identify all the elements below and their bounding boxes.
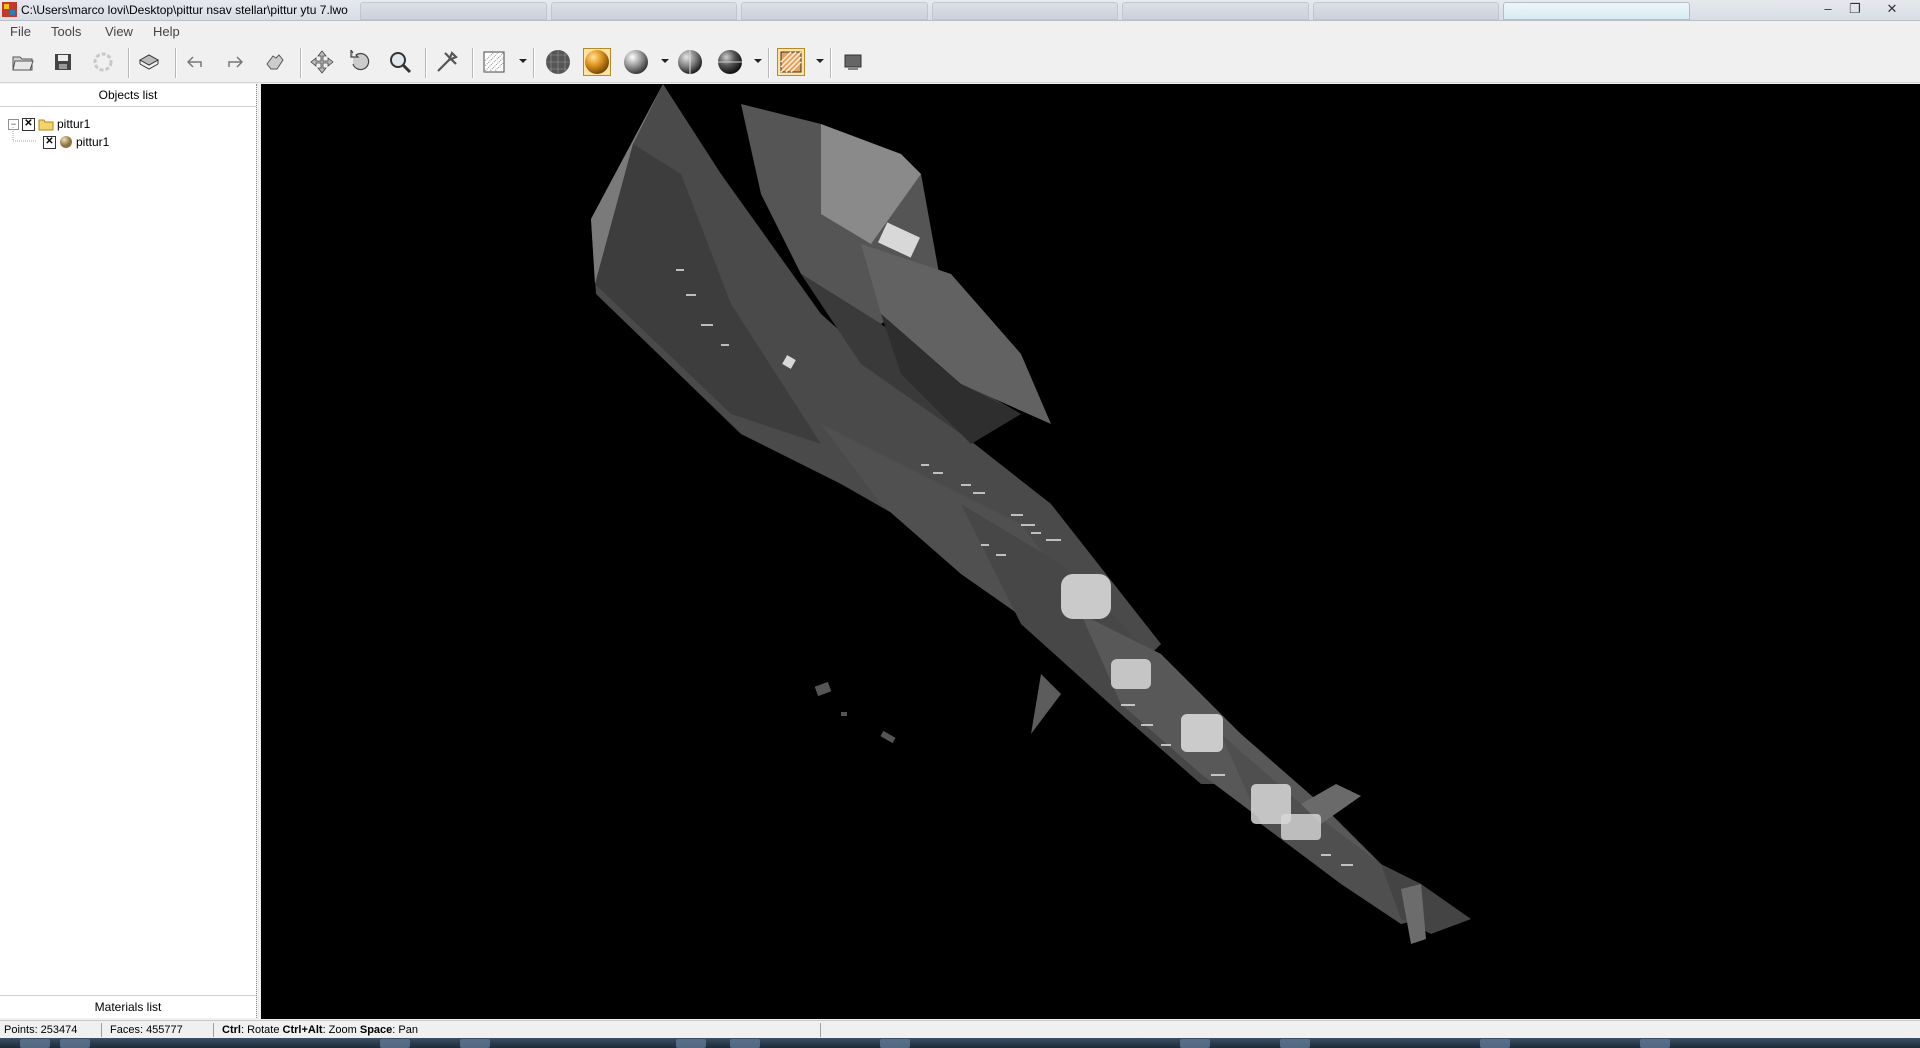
background-tab[interactable]	[1503, 2, 1691, 20]
screen-icon[interactable]	[839, 48, 867, 76]
background-tab[interactable]	[741, 2, 928, 20]
faces-count: Faces: 455777	[110, 1024, 183, 1036]
save-icon[interactable]	[49, 48, 77, 76]
move-icon[interactable]	[308, 48, 336, 76]
tree-item-mesh[interactable]: ✕ pittur1	[43, 134, 109, 150]
objects-list-header: Objects list	[0, 84, 256, 107]
window-title: C:\Users\marco lovi\Desktop\pittur nsav …	[21, 3, 348, 17]
render-icon[interactable]	[135, 48, 163, 76]
background-tab[interactable]	[550, 2, 738, 20]
smooth-sphere-icon[interactable]	[583, 48, 611, 76]
objects-panel: Objects list − ✕ pittur1 ✕ pittur1 Mater…	[0, 84, 257, 1018]
dark-sphere-icon[interactable]	[716, 48, 744, 76]
menu-view[interactable]: View	[105, 24, 133, 39]
maximize-button[interactable]: ❐	[1843, 0, 1867, 18]
tree-connector	[12, 127, 37, 142]
undo-icon[interactable]	[182, 48, 210, 76]
taskbar-item[interactable]	[1640, 1039, 1670, 1048]
app-icon	[2, 2, 17, 17]
os-taskbar	[0, 1038, 1920, 1048]
background-tabs	[360, 2, 1691, 20]
background-tab[interactable]	[1312, 2, 1500, 20]
taskbar-item[interactable]	[380, 1039, 410, 1048]
3d-viewport[interactable]	[261, 84, 1920, 1019]
tree-item-label: pittur1	[76, 135, 110, 149]
hand-icon[interactable]	[261, 48, 289, 76]
toolbar	[0, 42, 1920, 83]
objects-tree: − ✕ pittur1 ✕ pittur1	[0, 107, 256, 987]
taskbar-item[interactable]	[676, 1039, 706, 1048]
half-sphere-icon[interactable]	[676, 48, 704, 76]
taskbar-item[interactable]	[460, 1039, 490, 1048]
navigation-hint: Ctrl: Rotate Ctrl+Alt: Zoom Space: Pan	[222, 1024, 418, 1036]
spaceship-model	[591, 84, 1471, 944]
tree-item-label: pittur1	[57, 117, 91, 131]
menu-help[interactable]: Help	[153, 24, 180, 39]
menu-tools[interactable]: Tools	[51, 24, 81, 39]
background-tab[interactable]	[931, 2, 1119, 20]
wireframe-sphere-icon[interactable]	[544, 48, 572, 76]
flat-sphere-icon[interactable]	[622, 48, 650, 76]
background-tab[interactable]	[1122, 2, 1309, 20]
rotate-icon[interactable]	[347, 48, 375, 76]
open-icon[interactable]	[9, 48, 37, 76]
redo-icon[interactable]	[220, 48, 248, 76]
status-bar: Points: 253474 Faces: 455777 Ctrl: Rotat…	[0, 1020, 1920, 1039]
close-button[interactable]: ✕	[1880, 0, 1904, 18]
texture-icon[interactable]	[777, 48, 805, 76]
tools-icon[interactable]	[433, 48, 461, 76]
taskbar-item[interactable]	[1180, 1039, 1210, 1048]
grid-icon[interactable]	[480, 48, 508, 76]
taskbar-item[interactable]	[1280, 1039, 1310, 1048]
mesh-sphere-icon	[60, 136, 72, 148]
visibility-checkbox[interactable]: ✕	[43, 135, 56, 149]
reload-icon[interactable]	[89, 48, 117, 76]
title-bar: C:\Users\marco lovi\Desktop\pittur nsav …	[0, 0, 1920, 21]
minimize-button[interactable]: –	[1816, 0, 1840, 18]
background-tab[interactable]	[360, 2, 547, 20]
materials-list-header[interactable]: Materials list	[0, 995, 256, 1018]
taskbar-item[interactable]	[1480, 1039, 1510, 1048]
menu-bar: File Tools View Help	[0, 21, 1920, 41]
taskbar-item[interactable]	[880, 1039, 910, 1048]
taskbar-item[interactable]	[730, 1039, 760, 1048]
taskbar-item[interactable]	[20, 1039, 50, 1048]
zoom-icon[interactable]	[386, 48, 414, 76]
points-count: Points: 253474	[4, 1024, 78, 1036]
taskbar-item[interactable]	[60, 1039, 90, 1048]
menu-file[interactable]: File	[10, 24, 31, 39]
